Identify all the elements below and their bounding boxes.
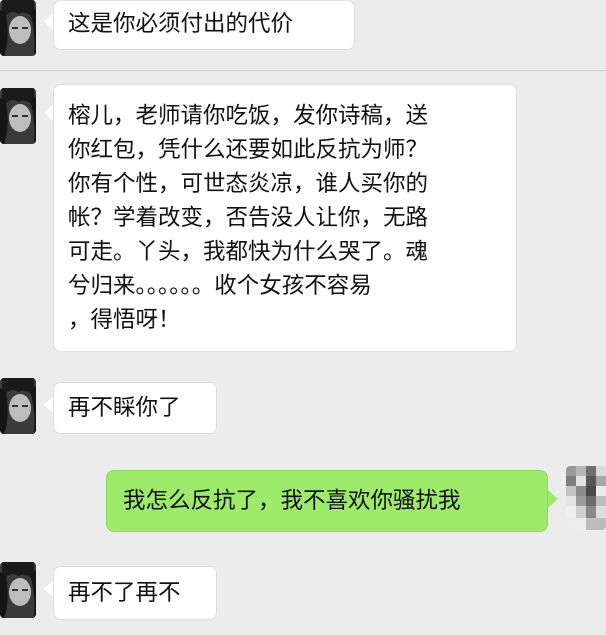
message-line: ，得悟呀！	[68, 307, 181, 333]
message-line: 你有个性，可世态炎凉，谁人买你的	[68, 171, 429, 197]
contact-avatar-icon[interactable]	[0, 562, 36, 618]
message-bubble-2[interactable]: 榕儿，老师请你吃饭，发你诗稿，送 你红包，凭什么还要如此反抗为师？ 你有个性，可…	[53, 84, 517, 352]
contact-avatar-icon[interactable]	[0, 88, 36, 144]
message-bubble-5[interactable]: 再不了再不	[53, 566, 217, 620]
user-avatar-icon[interactable]	[566, 466, 606, 530]
contact-avatar-icon[interactable]	[0, 0, 36, 56]
message-bubble-1[interactable]: 这是你必须付出的代价	[53, 0, 355, 50]
divider	[0, 70, 606, 71]
message-line: 兮归来。。。。。。收个女孩不容易	[68, 273, 372, 299]
message-line: 你红包，凭什么还要如此反抗为师？	[68, 137, 429, 163]
message-bubble-3[interactable]: 再不睬你了	[53, 382, 217, 434]
message-line: 榕儿，老师请你吃饭，发你诗稿，送	[68, 103, 429, 129]
message-text: 我怎么反抗了，我不喜欢你骚扰我	[123, 488, 461, 514]
message-line: 帐？学着改变，否告没人让你，无路	[68, 205, 429, 231]
message-text: 再不了再不	[68, 580, 181, 606]
message-text: 这是你必须付出的代价	[68, 11, 294, 37]
message-bubble-4[interactable]: 我怎么反抗了，我不喜欢你骚扰我	[106, 470, 548, 532]
message-line: 可走。丫头，我都快为什么哭了。魂	[68, 239, 429, 265]
contact-avatar-icon[interactable]	[0, 378, 36, 434]
bubble-tail	[548, 490, 558, 508]
message-text: 再不睬你了	[68, 395, 181, 421]
